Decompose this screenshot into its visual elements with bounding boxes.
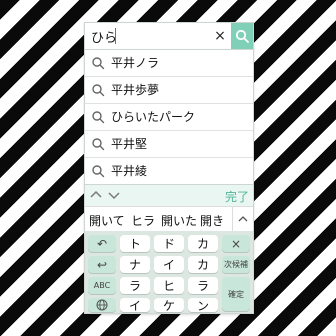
back-key[interactable]: ↩ (88, 256, 116, 273)
done-button[interactable]: 完了 (225, 188, 249, 205)
key-to[interactable]: ト (120, 235, 150, 252)
suggestion-item[interactable]: 平井堅 (85, 131, 253, 158)
key-na[interactable]: ナ (120, 256, 150, 273)
key-i[interactable]: イ (154, 256, 184, 273)
suggestion-label: 平井堅 (111, 137, 148, 151)
suggestion-label: ひらいたパーク (111, 110, 196, 124)
candidate-bar: 開いて ヒラ 開いた 開き (85, 206, 253, 232)
suggestion-list: 平井ノラ 平井歩夢 ひらいたパーク 平井堅 平井綾 (85, 50, 253, 184)
return-arrow-icon: ↩ (96, 257, 108, 272)
key-hi[interactable]: ヒ (154, 277, 184, 294)
search-icon (235, 29, 249, 43)
search-input[interactable] (89, 26, 211, 46)
expand-candidates-button[interactable] (232, 207, 253, 231)
keyboard-toolbar: 完了 (85, 184, 253, 207)
delete-key[interactable]: × (222, 235, 250, 252)
delete-icon: × (230, 236, 242, 251)
search-icon (92, 111, 105, 124)
undo-icon: ↶ (96, 236, 108, 251)
key-ra-2[interactable]: ラ (188, 277, 218, 294)
globe-icon (96, 299, 108, 311)
confirm-key[interactable]: 確定 (222, 277, 250, 311)
text-cursor (115, 28, 116, 44)
search-icon (92, 165, 105, 178)
suggestion-item[interactable]: 平井ノラ (85, 50, 253, 77)
suggestion-item[interactable]: ひらいたパーク (85, 104, 253, 131)
key-ke[interactable]: ケ (154, 298, 184, 313)
search-button[interactable] (231, 23, 253, 49)
candidate-item[interactable]: 開いて (89, 212, 125, 229)
search-icon (92, 138, 105, 151)
key-ka[interactable]: カ (188, 235, 218, 252)
search-panel: × 平井ノラ 平井歩夢 (84, 22, 254, 314)
suggestion-label: 平井ノラ (111, 56, 160, 70)
chevron-up-icon[interactable] (89, 188, 103, 202)
key-ka-2[interactable]: カ (188, 256, 218, 273)
undo-key[interactable]: ↶ (88, 235, 116, 252)
abc-mode-key[interactable]: ABC (88, 277, 116, 294)
suggestion-label: 平井綾 (111, 164, 148, 178)
search-bar: × (85, 23, 253, 50)
globe-key[interactable] (88, 298, 116, 312)
clear-button[interactable]: × (211, 26, 229, 46)
suggestion-item[interactable]: 平井綾 (85, 158, 253, 184)
next-candidate-key[interactable]: 次候補 (222, 256, 250, 273)
close-icon: × (214, 28, 226, 44)
key-i-2[interactable]: イ (120, 298, 150, 313)
candidate-item[interactable]: 開き (200, 212, 224, 229)
chevron-up-icon (238, 216, 248, 222)
search-icon (92, 57, 105, 70)
key-do[interactable]: ド (154, 235, 184, 252)
chevron-down-icon[interactable] (107, 188, 121, 202)
key-n[interactable]: ン (188, 298, 218, 313)
search-icon (92, 84, 105, 97)
flick-keyboard: ↶ ト ド カ × ↩ ナ イ カ 次候補 ABC ラ ヒ ラ 確定 イ ケ ン (85, 231, 253, 313)
suggestion-label: 平井歩夢 (111, 83, 160, 97)
candidate-item[interactable]: ヒラ (131, 212, 155, 229)
candidate-item[interactable]: 開いた (161, 212, 197, 229)
key-ra[interactable]: ラ (120, 277, 150, 294)
suggestion-item[interactable]: 平井歩夢 (85, 77, 253, 104)
